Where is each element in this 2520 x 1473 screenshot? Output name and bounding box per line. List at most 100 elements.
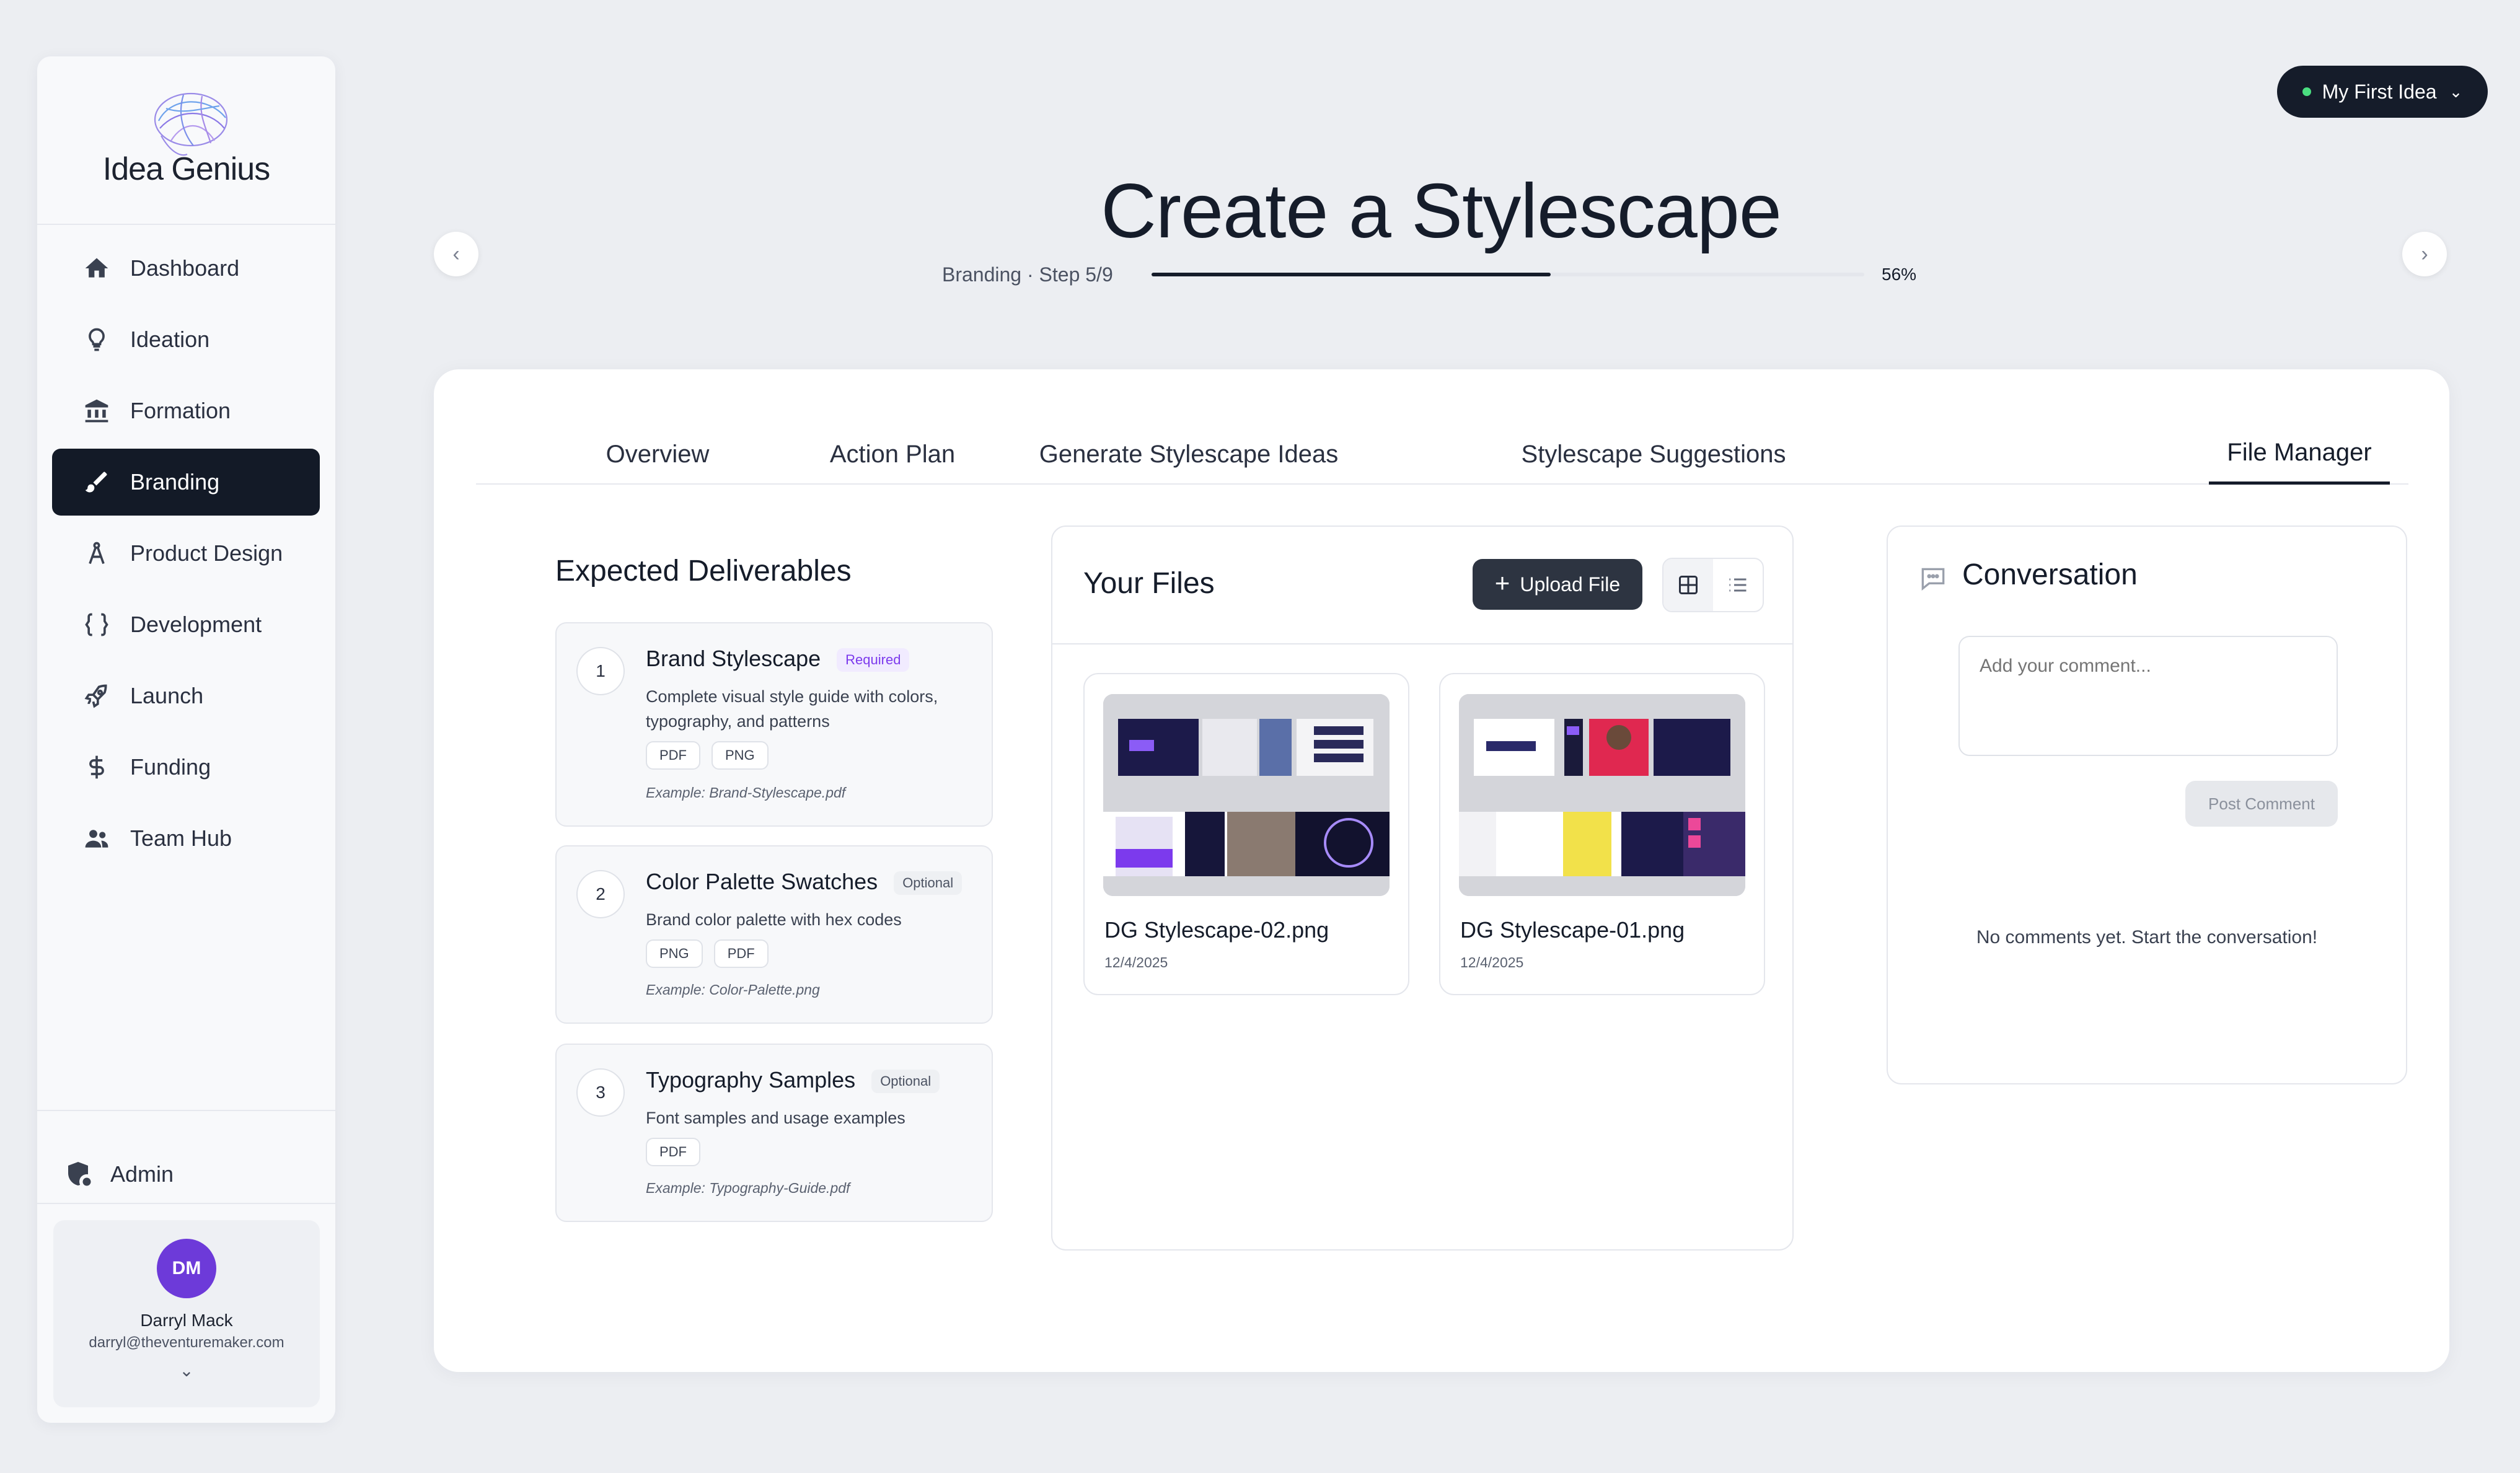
app-name: Idea Genius (102, 151, 270, 187)
deliverable-number: 3 (576, 1068, 625, 1117)
sidebar-item-launch[interactable]: Launch (52, 662, 320, 729)
sidebar-nav: Dashboard Ideation Formation Branding Pr… (52, 235, 320, 876)
deliverable-example: Example: Brand-Stylescape.pdf (646, 785, 846, 801)
idea-selector-label: My First Idea (2322, 80, 2437, 103)
file-card[interactable]: DG Stylescape-01.png 12/4/2025 (1439, 673, 1765, 995)
rocket-icon (82, 681, 112, 711)
people-icon (82, 824, 112, 853)
sidebar-item-product-design[interactable]: Product Design (52, 520, 320, 587)
view-toggle (1662, 558, 1764, 612)
previous-step-button[interactable]: ‹ (434, 232, 478, 276)
sidebar-item-dashboard[interactable]: Dashboard (52, 235, 320, 302)
deliverable-item: 2 Color Palette Swatches Optional Brand c… (555, 845, 993, 1024)
bank-icon (82, 396, 112, 426)
deliverable-name: Color Palette Swatches Optional (646, 869, 963, 895)
page-title: Create a Stylescape (1101, 169, 1782, 254)
format-chip: PDF (713, 939, 769, 968)
sidebar: Idea Genius Dashboard Ideation Formation… (37, 56, 335, 1423)
progress-percent: 56% (1882, 265, 1917, 284)
post-comment-button[interactable]: Post Comment (2185, 781, 2338, 827)
deliverable-example: Example: Typography-Guide.pdf (646, 1180, 850, 1196)
progress-bar (1152, 273, 1864, 276)
sidebar-item-label: Ideation (130, 327, 210, 352)
sidebar-item-label: Launch (130, 683, 204, 708)
step-label: Branding · Step 5/9 (942, 263, 1113, 286)
file-name: DG Stylescape-02.png (1104, 917, 1329, 943)
file-card[interactable]: DG Stylescape-02.png 12/4/2025 (1083, 673, 1409, 995)
expected-deliverables-panel: Expected Deliverables 1 Brand Stylescape… (526, 523, 1021, 1254)
deliverable-number: 1 (576, 647, 625, 695)
format-chips: PDF (646, 1138, 700, 1166)
deliverables-title: Expected Deliverables (555, 555, 852, 587)
sidebar-item-label: Product Design (130, 540, 283, 566)
your-files-panel: Your Files + Upload File DG Stylescape-0… (1051, 525, 1794, 1251)
file-thumbnail (1103, 694, 1390, 896)
required-badge: Required (837, 648, 910, 672)
user-profile-card[interactable]: DM Darryl Mack darryl@theventuremaker.co… (53, 1220, 320, 1407)
plus-icon: + (1494, 568, 1510, 597)
upload-label: Upload File (1520, 573, 1621, 596)
next-step-button[interactable]: › (2402, 232, 2447, 276)
grid-view-button[interactable] (1663, 559, 1713, 611)
deliverable-item: 3 Typography Samples Optional Font sample… (555, 1044, 993, 1222)
divider (1052, 643, 1792, 644)
sidebar-item-label: Development (130, 612, 262, 637)
deliverable-description: Complete visual style guide with colors,… (646, 687, 938, 731)
empty-state-text: No comments yet. Start the conversation! (1976, 927, 2318, 948)
tab-file-manager[interactable]: File Manager (2209, 424, 2390, 485)
brush-icon (82, 467, 112, 497)
deliverable-number: 2 (576, 870, 625, 918)
format-chip: PDF (646, 1138, 700, 1166)
sidebar-item-team-hub[interactable]: Team Hub (52, 805, 320, 872)
format-chips: PDF PNG (646, 741, 769, 770)
file-date: 12/4/2025 (1104, 954, 1168, 970)
chevron-down-icon[interactable]: ⌄ (53, 1360, 320, 1381)
file-date: 12/4/2025 (1460, 954, 1524, 970)
tab-generate-stylescape-ideas[interactable]: Generate Stylescape Ideas (1009, 424, 1368, 485)
sidebar-item-ideation[interactable]: Ideation (52, 306, 320, 373)
avatar: DM (157, 1239, 216, 1298)
chevron-down-icon: ⌄ (2449, 82, 2463, 101)
idea-selector[interactable]: My First Idea ⌄ (2277, 66, 2488, 118)
format-chip: PNG (712, 741, 769, 770)
shield-user-icon (68, 1162, 93, 1188)
sidebar-item-branding[interactable]: Branding (52, 449, 320, 516)
file-name: DG Stylescape-01.png (1460, 917, 1685, 943)
upload-file-button[interactable]: + Upload File (1473, 559, 1642, 610)
grid-icon (1679, 576, 1698, 594)
stylescape-preview-image (1459, 694, 1745, 896)
sidebar-item-formation[interactable]: Formation (52, 377, 320, 444)
brain-logo-icon (154, 92, 228, 156)
tab-bar: Overview Action Plan Generate Stylescape… (476, 424, 2408, 485)
comment-input[interactable] (1958, 636, 2338, 756)
tab-stylescape-suggestions[interactable]: Stylescape Suggestions (1492, 424, 1815, 485)
deliverable-name: Typography Samples Optional (646, 1067, 940, 1094)
status-dot-icon (2302, 87, 2311, 96)
progress-fill (1152, 273, 1551, 276)
format-chip: PDF (646, 741, 700, 770)
deliverable-item: 1 Brand Stylescape Required Complete visu… (555, 622, 993, 827)
tab-overview[interactable]: Overview (574, 424, 741, 485)
sidebar-item-development[interactable]: Development (52, 591, 320, 658)
format-chip: PNG (646, 939, 703, 968)
divider (37, 1203, 335, 1204)
main-card: Overview Action Plan Generate Stylescape… (434, 369, 2449, 1372)
code-braces-icon (82, 610, 112, 640)
list-view-button[interactable] (1713, 559, 1763, 611)
sidebar-item-admin[interactable]: Admin (64, 1159, 174, 1189)
divider (37, 1110, 335, 1111)
tab-action-plan[interactable]: Action Plan (812, 424, 973, 485)
lightbulb-icon (82, 325, 112, 354)
compass-icon (82, 539, 112, 568)
sidebar-item-label: Branding (130, 469, 220, 495)
list-icon (1729, 578, 1747, 592)
sidebar-item-label: Team Hub (130, 825, 232, 851)
chevron-left-icon: ‹ (452, 242, 460, 266)
files-title: Your Files (1083, 567, 1215, 600)
sidebar-item-funding[interactable]: Funding (52, 734, 320, 801)
logo-area: Idea Genius (37, 56, 335, 225)
sidebar-item-label: Funding (130, 754, 211, 780)
deliverable-example: Example: Color-Palette.png (646, 982, 820, 998)
sidebar-item-label: Dashboard (130, 255, 240, 281)
dollar-icon (82, 752, 112, 782)
